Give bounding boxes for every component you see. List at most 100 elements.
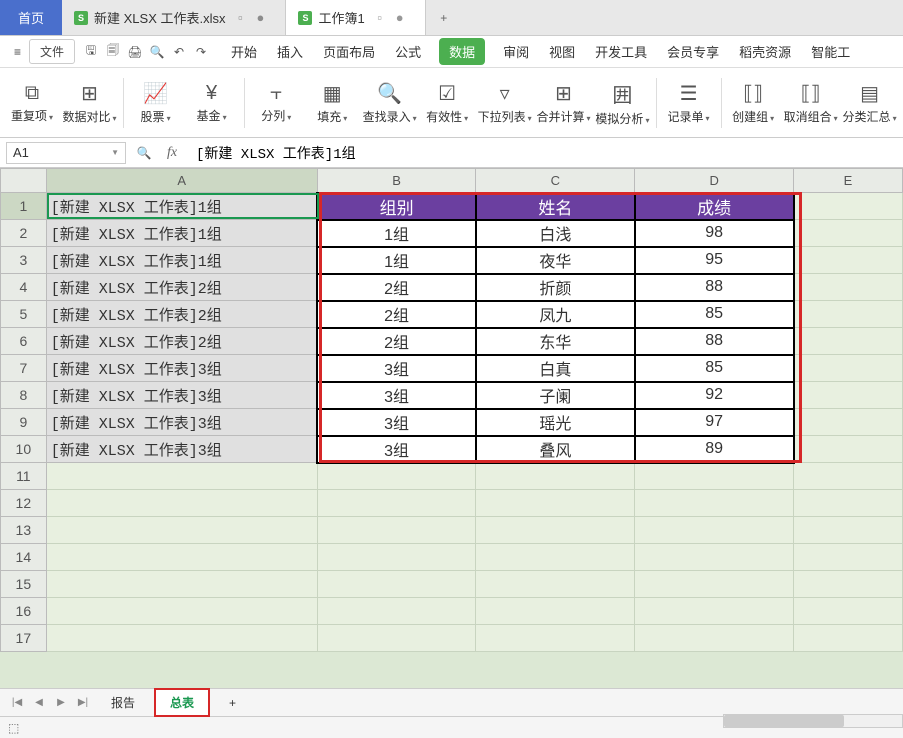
col-header-A[interactable]: A [46,169,317,193]
row-header-7[interactable]: 7 [1,355,47,382]
cell-A3[interactable]: [新建 XLSX 工作表]1组 [46,247,317,274]
cell-C5[interactable]: 凤九 [476,301,635,328]
cell-C3[interactable]: 夜华 [476,247,635,274]
cell-B9[interactable]: 3组 [317,409,476,436]
row-header-13[interactable]: 13 [1,517,47,544]
cell-E9[interactable] [794,409,903,436]
cell-E17[interactable] [794,625,903,652]
cell-C11[interactable] [476,463,635,490]
fx-icon[interactable]: fx [162,143,182,163]
row-header-3[interactable]: 3 [1,247,47,274]
cell-A17[interactable] [46,625,317,652]
cell-A11[interactable] [46,463,317,490]
cell-D10[interactable]: 89 [635,436,794,463]
cell-D11[interactable] [635,463,794,490]
cell-D2[interactable]: 98 [635,220,794,247]
cell-C14[interactable] [476,544,635,571]
cell-B1[interactable]: 组别 [317,193,476,220]
cell-D16[interactable] [635,598,794,625]
cell-C15[interactable] [476,571,635,598]
row-header-11[interactable]: 11 [1,463,47,490]
cell-A7[interactable]: [新建 XLSX 工作表]3组 [46,355,317,382]
cell-A16[interactable] [46,598,317,625]
ribbon-tab-智能工[interactable]: 智能工 [809,38,852,65]
cell-C6[interactable]: 东华 [476,328,635,355]
row-header-17[interactable]: 17 [1,625,47,652]
cell-C9[interactable]: 瑶光 [476,409,635,436]
add-sheet-button[interactable]: + [214,691,251,715]
cell-E14[interactable] [794,544,903,571]
ribbon-tab-开始[interactable]: 开始 [229,38,259,65]
home-tab[interactable]: 首页 [0,0,62,35]
cell-C17[interactable] [476,625,635,652]
cell-A2[interactable]: [新建 XLSX 工作表]1组 [46,220,317,247]
ribbon-基金[interactable]: ¥基金▾ [188,73,236,133]
ribbon-创建组[interactable]: ⟦⟧创建组▾ [729,73,777,133]
ribbon-合并计算[interactable]: ⊞合并计算▾ [538,73,589,133]
row-header-6[interactable]: 6 [1,328,47,355]
redo-icon[interactable]: ↷ [191,42,211,62]
cell-D4[interactable]: 88 [635,274,794,301]
spreadsheet-grid[interactable]: ABCDE1[新建 XLSX 工作表]1组组别姓名成绩2[新建 XLSX 工作表… [0,168,903,688]
row-header-12[interactable]: 12 [1,490,47,517]
cell-D1[interactable]: 成绩 [635,193,794,220]
select-all-corner[interactable] [1,169,47,193]
cell-B11[interactable] [317,463,476,490]
cell-D8[interactable]: 92 [635,382,794,409]
tab-close-icon[interactable]: ● [251,9,269,27]
first-sheet-icon[interactable]: |◀ [8,694,26,712]
cell-B6[interactable]: 2组 [317,328,476,355]
ribbon-重复项[interactable]: ⧉重复项▾ [8,73,56,133]
ribbon-模拟分析[interactable]: 囲模拟分析▾ [597,73,648,133]
cell-E5[interactable] [794,301,903,328]
tab-dropdown-icon[interactable]: ▫ [231,9,249,27]
formula-input[interactable] [190,142,897,164]
sheet-tab-report[interactable]: 报告 [96,689,150,716]
cell-A13[interactable] [46,517,317,544]
cell-E13[interactable] [794,517,903,544]
cell-D9[interactable]: 97 [635,409,794,436]
cell-D17[interactable] [635,625,794,652]
ribbon-tab-页面布局[interactable]: 页面布局 [321,38,377,65]
row-header-8[interactable]: 8 [1,382,47,409]
cell-E12[interactable] [794,490,903,517]
cell-A15[interactable] [46,571,317,598]
cell-D5[interactable]: 85 [635,301,794,328]
cell-C2[interactable]: 白浅 [476,220,635,247]
name-box[interactable]: A1 ▼ [6,142,126,164]
prev-sheet-icon[interactable]: ◀ [30,694,48,712]
cell-B4[interactable]: 2组 [317,274,476,301]
ribbon-tab-插入[interactable]: 插入 [275,38,305,65]
next-sheet-icon[interactable]: ▶ [52,694,70,712]
cell-D12[interactable] [635,490,794,517]
horizontal-scrollbar[interactable] [723,714,903,728]
ribbon-下拉列表[interactable]: ▿下拉列表▾ [479,73,530,133]
cell-C13[interactable] [476,517,635,544]
cell-B10[interactable]: 3组 [317,436,476,463]
save-as-icon[interactable]: 🗐 [103,42,123,62]
row-header-5[interactable]: 5 [1,301,47,328]
cell-B5[interactable]: 2组 [317,301,476,328]
undo-icon[interactable]: ↶ [169,42,189,62]
col-header-E[interactable]: E [794,169,903,193]
row-header-16[interactable]: 16 [1,598,47,625]
cell-E4[interactable] [794,274,903,301]
cell-D14[interactable] [635,544,794,571]
cell-C8[interactable]: 子阑 [476,382,635,409]
row-header-9[interactable]: 9 [1,409,47,436]
row-header-4[interactable]: 4 [1,274,47,301]
cell-B17[interactable] [317,625,476,652]
cell-E11[interactable] [794,463,903,490]
row-header-15[interactable]: 15 [1,571,47,598]
ribbon-tab-开发工具[interactable]: 开发工具 [593,38,649,65]
cell-E6[interactable] [794,328,903,355]
ribbon-tab-视图[interactable]: 视图 [547,38,577,65]
row-header-2[interactable]: 2 [1,220,47,247]
ribbon-tab-审阅[interactable]: 审阅 [501,38,531,65]
new-tab-button[interactable]: + [426,0,462,35]
cell-E8[interactable] [794,382,903,409]
cell-E15[interactable] [794,571,903,598]
tab-dropdown-icon[interactable]: ▫ [371,9,389,27]
cell-A12[interactable] [46,490,317,517]
cell-A6[interactable]: [新建 XLSX 工作表]2组 [46,328,317,355]
